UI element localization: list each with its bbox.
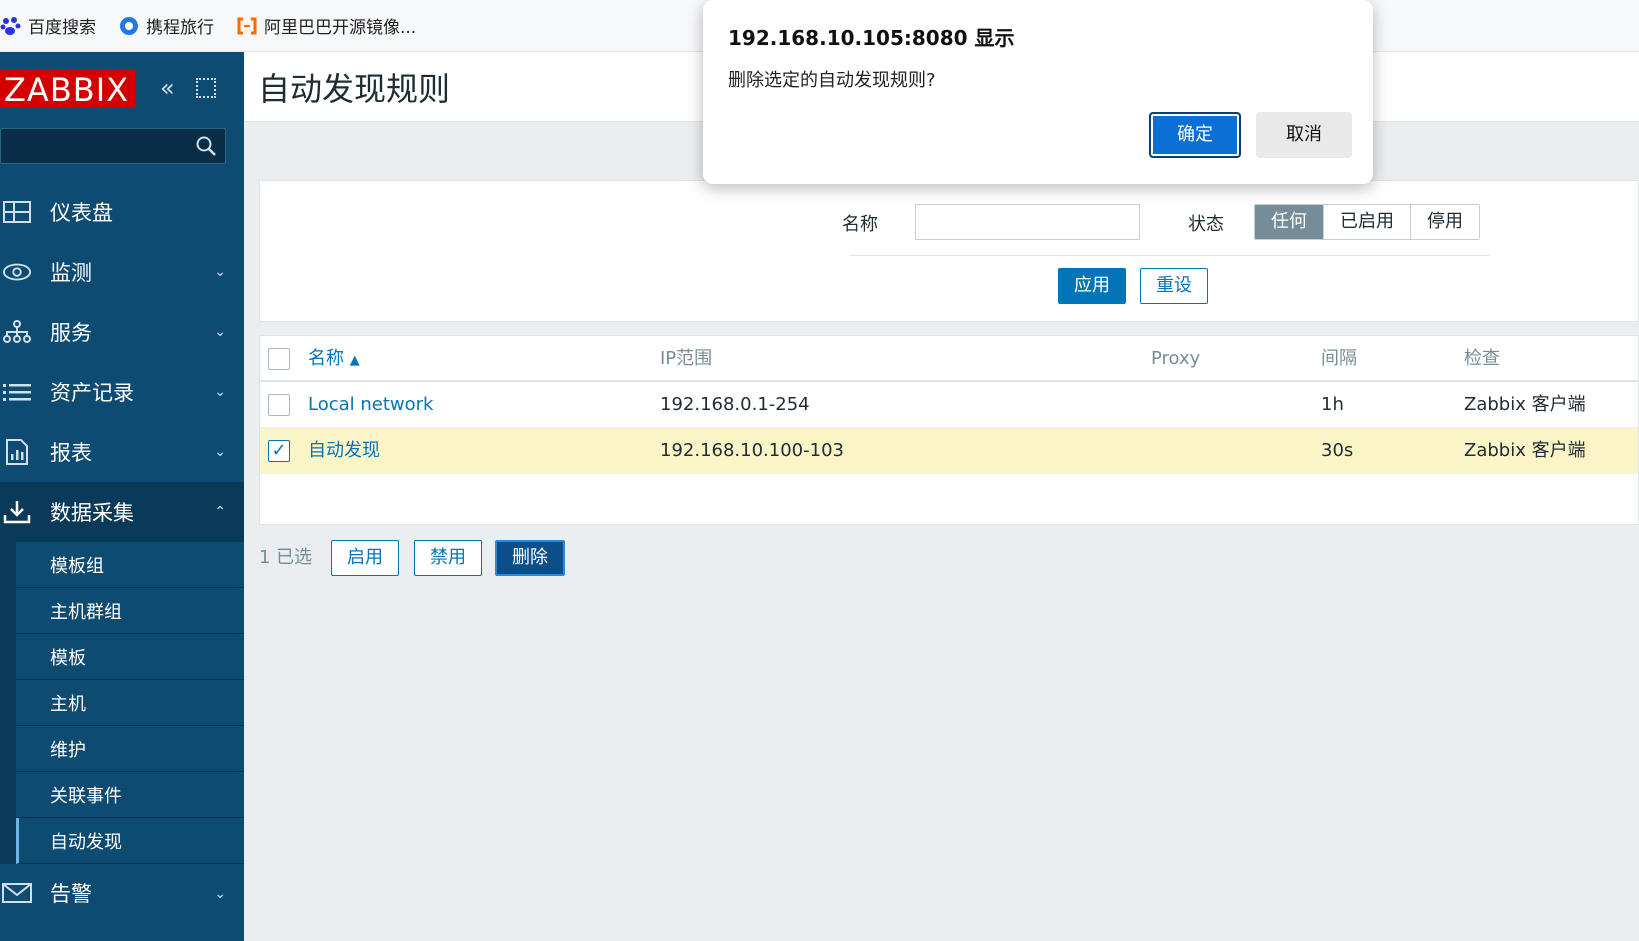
menu-label: 服务 bbox=[50, 321, 92, 345]
filter-divider bbox=[850, 255, 1490, 256]
rule-checks: Zabbix 客户端 bbox=[1464, 440, 1586, 461]
chevron-up-icon: ⌃ bbox=[214, 504, 226, 520]
services-icon bbox=[2, 317, 32, 347]
disable-button[interactable]: 禁用 bbox=[414, 540, 482, 576]
header-proxy: Proxy bbox=[1151, 348, 1201, 369]
status-option-enabled[interactable]: 已启用 bbox=[1324, 205, 1411, 239]
confirm-dialog: 192.168.10.105:8080 显示 删除选定的自动发现规则? 确定 取… bbox=[703, 0, 1373, 184]
dialog-title: 192.168.10.105:8080 显示 bbox=[728, 26, 1015, 50]
submenu-item-host-groups[interactable]: 主机群组 bbox=[16, 588, 244, 634]
eye-icon bbox=[2, 257, 32, 287]
filter-name-input[interactable] bbox=[915, 204, 1140, 240]
envelope-icon bbox=[2, 878, 32, 908]
sidebar-header: ZABBIX « bbox=[0, 52, 244, 124]
aliyun-icon bbox=[236, 15, 258, 37]
chevron-down-icon: ⌄ bbox=[214, 886, 226, 902]
page-title: 自动发现规则 bbox=[258, 69, 451, 108]
submenu-item-hosts[interactable]: 主机 bbox=[16, 680, 244, 726]
rule-name-link[interactable]: 自动发现 bbox=[308, 428, 380, 474]
sidebar-search-input[interactable] bbox=[0, 128, 226, 164]
chevron-down-icon: ⌄ bbox=[214, 324, 226, 340]
header-checks: 检查 bbox=[1464, 348, 1500, 369]
table-row: Local network 192.168.0.1-254 1h Zabbix … bbox=[260, 382, 1638, 428]
rule-interval: 30s bbox=[1321, 440, 1354, 461]
select-all-checkbox[interactable] bbox=[268, 348, 290, 370]
report-icon bbox=[2, 437, 32, 467]
header-name-label: 名称 bbox=[308, 348, 344, 369]
reset-button[interactable]: 重设 bbox=[1140, 268, 1208, 304]
menu-item-inventory[interactable]: 资产记录 ⌄ bbox=[0, 362, 244, 422]
bookmark-label: 阿里巴巴开源镜像... bbox=[264, 18, 417, 38]
menu-item-services[interactable]: 服务 ⌄ bbox=[0, 302, 244, 362]
filter-name-label: 名称 bbox=[842, 214, 878, 235]
menu-label: 监测 bbox=[50, 261, 92, 285]
dialog-ok-button[interactable]: 确定 bbox=[1149, 112, 1241, 158]
menu-item-alerts[interactable]: 告警 ⌄ bbox=[0, 864, 244, 922]
row-checkbox[interactable] bbox=[268, 394, 290, 416]
sidebar: ZABBIX « 仪表盘 监测 ⌄ 服务 ⌄ 资产记录 ⌄ 报表 ⌄ 数据采集 … bbox=[0, 52, 244, 941]
chevron-down-icon: ⌄ bbox=[214, 264, 226, 280]
discovery-rules-table: 名称 ▲ IP范围 Proxy 间隔 检查 Local network 192.… bbox=[259, 335, 1639, 525]
search-icon[interactable] bbox=[195, 135, 217, 157]
rule-ip-range: 192.168.0.1-254 bbox=[660, 394, 810, 415]
filter-status-label: 状态 bbox=[1188, 214, 1224, 235]
header-name-sort[interactable]: 名称 ▲ bbox=[308, 336, 360, 384]
menu-label: 资产记录 bbox=[50, 381, 134, 405]
data-collection-submenu: 模板组 主机群组 模板 主机 维护 关联事件 自动发现 bbox=[0, 542, 244, 864]
chevron-down-icon: ⌄ bbox=[214, 444, 226, 460]
submenu-item-templates[interactable]: 模板 bbox=[16, 634, 244, 680]
dialog-cancel-button[interactable]: 取消 bbox=[1256, 112, 1352, 158]
collapse-sidebar-icon[interactable]: « bbox=[160, 74, 175, 102]
status-option-disabled[interactable]: 停用 bbox=[1411, 205, 1479, 239]
menu-label: 仪表盘 bbox=[50, 201, 113, 225]
chevron-down-icon: ⌄ bbox=[214, 384, 226, 400]
submenu-item-template-groups[interactable]: 模板组 bbox=[16, 542, 244, 588]
zabbix-logo[interactable]: ZABBIX bbox=[0, 69, 136, 109]
mass-actions-bar: 1 已选 启用 禁用 删除 bbox=[259, 540, 959, 576]
rule-ip-range: 192.168.10.100-103 bbox=[660, 440, 844, 461]
menu-label: 报表 bbox=[50, 441, 92, 465]
sort-asc-icon: ▲ bbox=[349, 353, 360, 368]
table-header: 名称 ▲ IP范围 Proxy 间隔 检查 bbox=[260, 336, 1638, 382]
bookmark-label: 携程旅行 bbox=[146, 18, 214, 38]
menu-label: 告警 bbox=[50, 882, 92, 906]
status-option-any[interactable]: 任何 bbox=[1255, 205, 1324, 239]
dialog-message: 删除选定的自动发现规则? bbox=[728, 70, 936, 91]
list-icon bbox=[2, 377, 32, 407]
filter-panel: 名称 状态 任何 已启用 停用 应用 重设 bbox=[259, 180, 1639, 322]
header-ip-range: IP范围 bbox=[660, 348, 713, 369]
kiosk-mode-icon[interactable] bbox=[196, 78, 216, 98]
submenu-item-maintenance[interactable]: 维护 bbox=[16, 726, 244, 772]
status-segmented-control: 任何 已启用 停用 bbox=[1254, 204, 1480, 240]
menu-item-dashboard[interactable]: 仪表盘 bbox=[0, 182, 244, 242]
bookmark-label: 百度搜索 bbox=[28, 18, 96, 38]
main-content: 自动发现规则 名称 状态 任何 已启用 停用 应用 重设 名称 ▲ IP范围 P… bbox=[244, 52, 1639, 941]
download-icon bbox=[2, 497, 32, 527]
menu-item-reports[interactable]: 报表 ⌄ bbox=[0, 422, 244, 482]
enable-button[interactable]: 启用 bbox=[331, 540, 399, 576]
header-interval: 间隔 bbox=[1321, 348, 1357, 369]
selected-count: 1 已选 bbox=[259, 547, 313, 568]
rule-checks: Zabbix 客户端 bbox=[1464, 394, 1586, 415]
bookmark-baidu[interactable]: 百度搜索 bbox=[0, 13, 96, 38]
rule-name-link[interactable]: Local network bbox=[308, 382, 433, 428]
baidu-paw-icon bbox=[0, 15, 22, 37]
ctrip-icon bbox=[118, 15, 140, 37]
menu-item-data-collection[interactable]: 数据采集 ⌃ bbox=[0, 482, 244, 542]
row-checkbox-checked[interactable]: ✓ bbox=[268, 440, 290, 462]
menu-item-monitoring[interactable]: 监测 ⌄ bbox=[0, 242, 244, 302]
rule-interval: 1h bbox=[1321, 394, 1344, 415]
submenu-item-event-correlation[interactable]: 关联事件 bbox=[16, 772, 244, 818]
dashboard-icon bbox=[2, 197, 32, 227]
bookmark-aliyun[interactable]: 阿里巴巴开源镜像... bbox=[236, 13, 416, 38]
bookmark-ctrip[interactable]: 携程旅行 bbox=[118, 13, 214, 38]
delete-button[interactable]: 删除 bbox=[495, 540, 565, 576]
apply-button[interactable]: 应用 bbox=[1058, 268, 1126, 304]
menu-label: 数据采集 bbox=[50, 501, 134, 525]
main-menu: 仪表盘 监测 ⌄ 服务 ⌄ 资产记录 ⌄ 报表 ⌄ 数据采集 ⌃ 模板组 主机群… bbox=[0, 182, 244, 922]
table-row-selected: ✓ 自动发现 192.168.10.100-103 30s Zabbix 客户端 bbox=[260, 428, 1638, 474]
submenu-item-discovery[interactable]: 自动发现 bbox=[16, 818, 244, 864]
